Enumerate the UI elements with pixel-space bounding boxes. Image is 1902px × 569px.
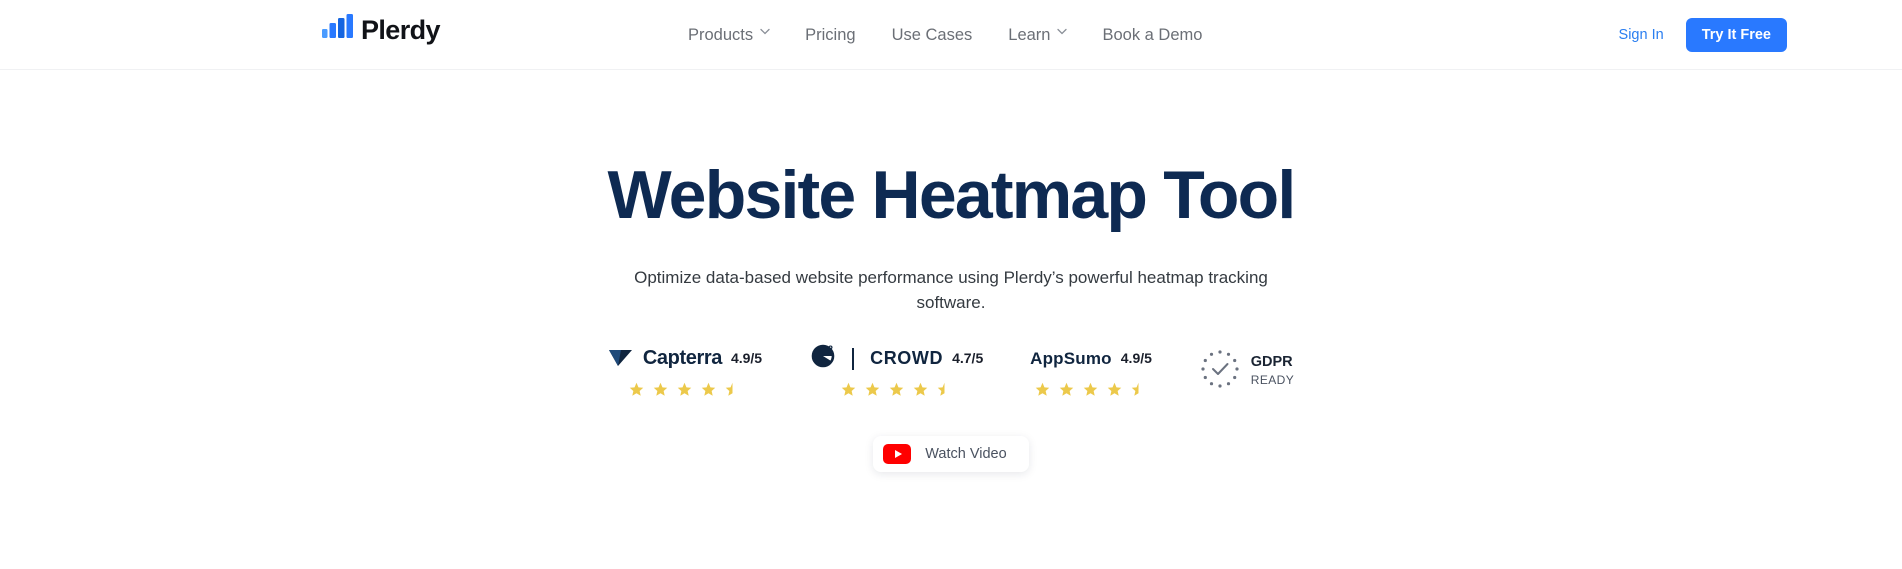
nav-item-pricing[interactable]: Pricing	[787, 0, 873, 70]
star-half-icon	[1131, 382, 1146, 402]
star-icon	[889, 382, 904, 402]
nav-label: Book a Demo	[1102, 26, 1203, 44]
gdpr-text: GDPR READY	[1251, 353, 1294, 390]
badge-gdpr: GDPR READY	[1199, 346, 1294, 395]
chevron-down-icon	[760, 28, 770, 37]
nav-item-learn[interactable]: Learn	[990, 0, 1084, 70]
sign-in-link[interactable]: Sign In	[1619, 27, 1664, 43]
nav-label: Products	[688, 26, 754, 44]
gdpr-title: GDPR	[1250, 353, 1293, 370]
star-icon	[913, 382, 928, 402]
badge-g2crowd: 2 CROWD 4.7/5	[810, 343, 984, 402]
watch-video-wrap: Watch Video	[0, 435, 1902, 472]
g2crowd-score: 4.7/5	[952, 350, 984, 367]
star-icon	[841, 382, 856, 402]
badge-appsumo-header: AppSumo 4.9/5	[1030, 346, 1152, 372]
capterra-logo-icon	[608, 345, 634, 372]
star-icon	[865, 382, 880, 402]
star-half-icon	[725, 382, 740, 402]
star-icon	[677, 382, 692, 402]
star-icon	[1083, 382, 1098, 402]
nav-label: Pricing	[805, 26, 856, 44]
star-icon	[1059, 382, 1074, 402]
watch-video-label: Watch Video	[925, 445, 1007, 462]
gdpr-subtitle: READY	[1250, 373, 1295, 388]
nav-label: Use Cases	[891, 26, 973, 44]
star-icon	[629, 382, 644, 402]
header-actions: Sign In Try It Free	[1619, 0, 1787, 70]
badge-capterra-header: Capterra 4.9/5	[608, 346, 762, 372]
chevron-down-icon	[1057, 28, 1068, 37]
hero-section: Website Heatmap Tool Optimize data-based…	[0, 70, 1902, 472]
badge-appsumo: AppSumo 4.9/5	[1030, 346, 1152, 402]
ukraine-flag-icon	[449, 17, 470, 31]
g2crowd-wordmark: CROWD	[870, 348, 944, 369]
main-navigation: Products Pricing Use Cases Learn Book a …	[688, 0, 1220, 70]
badge-capterra: Capterra 4.9/5	[608, 346, 762, 402]
nav-item-book-a-demo[interactable]: Book a Demo	[1084, 0, 1220, 70]
g2crowd-stars	[841, 382, 952, 402]
gdpr-check-circle-icon	[1199, 348, 1241, 395]
watch-video-button[interactable]: Watch Video	[873, 435, 1029, 472]
appsumo-score: 4.9/5	[1120, 350, 1152, 367]
appsumo-wordmark: AppSumo	[1030, 348, 1112, 368]
page-title: Website Heatmap Tool	[607, 157, 1297, 233]
badge-g2crowd-header: 2 CROWD 4.7/5	[810, 343, 984, 374]
star-icon	[701, 382, 716, 402]
nav-item-use-cases[interactable]: Use Cases	[874, 0, 991, 70]
g2-logo-icon: 2	[810, 343, 836, 374]
capterra-score: 4.9/5	[730, 350, 763, 367]
youtube-icon	[883, 443, 912, 464]
star-half-icon	[937, 382, 952, 402]
nav-item-products[interactable]: Products	[688, 0, 787, 70]
star-icon	[1035, 382, 1050, 402]
star-icon	[653, 382, 668, 402]
nav-label: Learn	[1008, 26, 1051, 44]
capterra-stars	[629, 382, 740, 402]
g2-divider	[852, 347, 855, 370]
brand-logo[interactable]: Plerdy	[322, 14, 470, 45]
capterra-wordmark: Capterra	[642, 347, 722, 370]
try-it-free-button[interactable]: Try It Free	[1685, 18, 1787, 52]
hero-subtitle: Optimize data-based website performance …	[634, 267, 1268, 313]
svg-text:2: 2	[828, 344, 833, 354]
appsumo-stars	[1035, 382, 1146, 402]
plerdy-bars-icon	[322, 14, 354, 43]
brand-name: Plerdy	[361, 15, 441, 45]
review-badges: Capterra 4.9/5 2 CROWD 4.7/5 AppSumo 4.9…	[0, 343, 1902, 402]
star-icon	[1107, 382, 1122, 402]
site-header: Plerdy Products Pricing Use Cases Learn …	[0, 0, 1902, 70]
